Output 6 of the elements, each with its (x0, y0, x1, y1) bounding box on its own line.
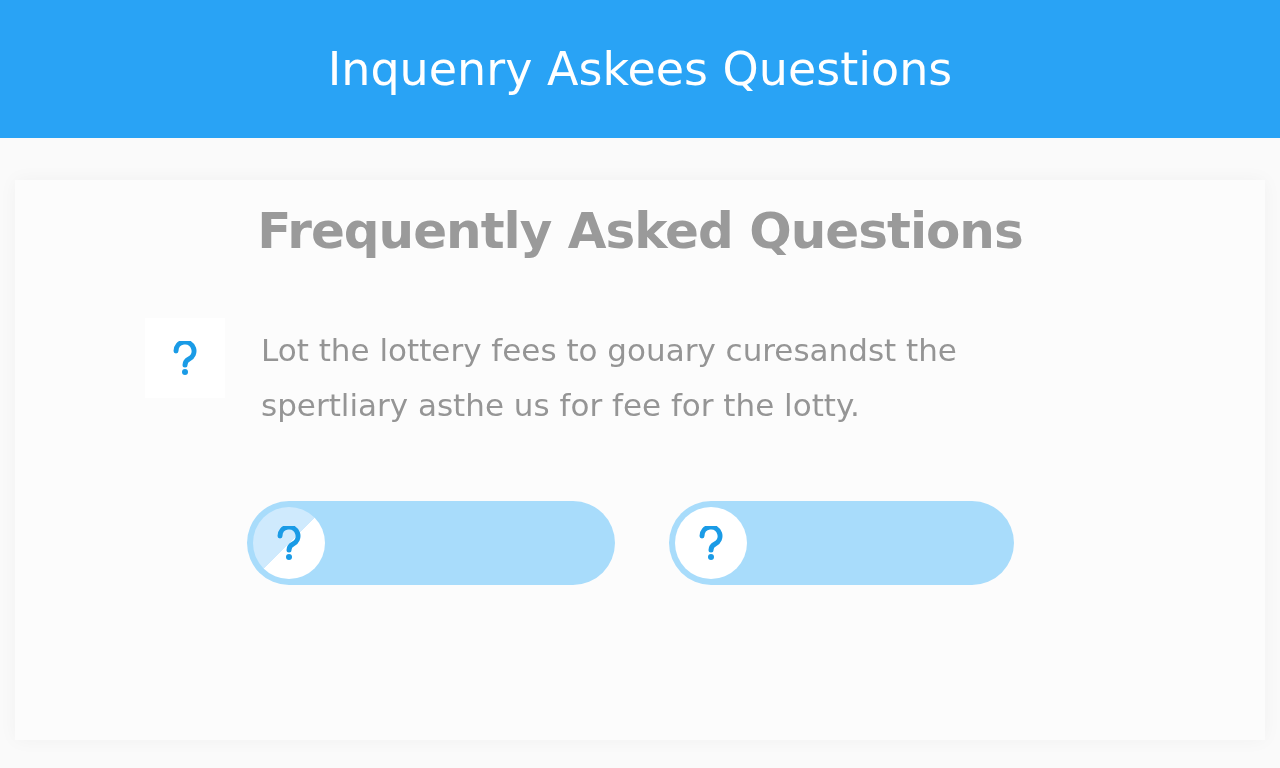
faq-heading: Frequently Asked Questions (257, 202, 1023, 260)
question-icon (276, 526, 301, 560)
question-icon (698, 526, 723, 560)
header-title: Inquenry Askees Questions (327, 42, 953, 96)
question-text: Lot the lottery fees to gouary curesandst the spertliary asthe us for fee for the lotty. (261, 331, 958, 425)
question-icon (173, 341, 197, 375)
